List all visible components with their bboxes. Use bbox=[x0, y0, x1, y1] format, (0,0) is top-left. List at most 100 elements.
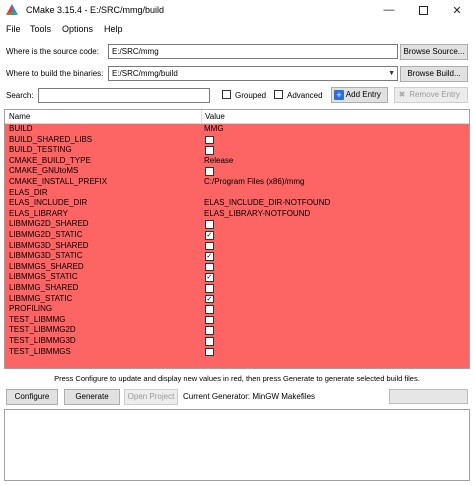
maximize-icon bbox=[418, 5, 428, 15]
table-row[interactable]: BUILD_TESTING bbox=[5, 145, 469, 156]
table-row[interactable]: LIBMMG_SHARED bbox=[5, 283, 469, 294]
table-row[interactable]: CMAKE_BUILD_TYPE Release bbox=[5, 156, 469, 167]
row-checkbox[interactable] bbox=[205, 167, 214, 176]
table-row[interactable]: LIBMMGS_SHARED bbox=[5, 262, 469, 273]
table-row[interactable]: LIBMMG2D_STATIC ✓ bbox=[5, 230, 469, 241]
close-button[interactable]: ✕ bbox=[440, 0, 474, 20]
menu-help[interactable]: Help bbox=[104, 24, 123, 34]
row-checkbox[interactable] bbox=[205, 241, 214, 251]
build-path-value: E:/SRC/mmg/build bbox=[112, 69, 178, 78]
minimize-button[interactable]: — bbox=[372, 0, 406, 20]
table-row[interactable]: TEST_LIBMMG2D bbox=[5, 325, 469, 336]
menu-tools[interactable]: Tools bbox=[30, 24, 51, 34]
cache-table[interactable]: Name Value BUILD MMG BUILD_SHARED_LIBS BUIL… bbox=[4, 109, 470, 369]
build-path-combo[interactable]: E:/SRC/mmg/build ▼ bbox=[108, 66, 398, 81]
row-checkbox-checked[interactable]: ✓ bbox=[205, 294, 214, 304]
row-name: CMAKE_BUILD_TYPE bbox=[9, 155, 91, 165]
row-name: CMAKE_GNUtoMS bbox=[9, 166, 79, 176]
search-input[interactable] bbox=[38, 88, 210, 103]
chevron-down-icon[interactable]: ▼ bbox=[388, 68, 395, 79]
table-row[interactable]: ELAS_INCLUDE_DIR ELAS_INCLUDE_DIR-NOTFOUN… bbox=[5, 198, 469, 209]
row-name: LIBMMG3D_SHARED bbox=[9, 240, 89, 250]
menu-options[interactable]: Options bbox=[62, 24, 93, 34]
row-value[interactable]: ELAS_LIBRARY-NOTFOUND bbox=[204, 209, 310, 220]
row-value[interactable]: ELAS_INCLUDE_DIR-NOTFOUND bbox=[204, 198, 330, 209]
row-name: PROFILING bbox=[9, 304, 53, 314]
table-row[interactable]: ELAS_LIBRARY ELAS_LIBRARY-NOTFOUND bbox=[5, 209, 469, 220]
row-checkbox[interactable] bbox=[205, 146, 214, 155]
grouped-label: Grouped bbox=[235, 91, 267, 100]
window-title: CMake 3.15.4 - E:/SRC/mmg/build bbox=[26, 5, 165, 15]
title-bar: CMake 3.15.4 - E:/SRC/mmg/build — ✕ bbox=[0, 0, 474, 20]
row-name: TEST_LIBMMG bbox=[9, 314, 66, 324]
add-entry-button[interactable]: + Add Entry bbox=[331, 87, 388, 103]
table-row[interactable]: BUILD_SHARED_LIBS bbox=[5, 135, 469, 146]
row-name: BUILD_TESTING bbox=[9, 145, 72, 155]
checkmark-icon: ✓ bbox=[206, 232, 213, 239]
row-checkbox[interactable] bbox=[205, 337, 214, 346]
add-entry-label: Add Entry bbox=[345, 90, 381, 99]
table-row[interactable]: CMAKE_GNUtoMS bbox=[5, 166, 469, 177]
table-row[interactable]: LIBMMG_STATIC ✓ bbox=[5, 294, 469, 305]
checkmark-icon: ✓ bbox=[206, 295, 213, 303]
maximize-button[interactable] bbox=[406, 0, 440, 20]
close-icon: ✕ bbox=[452, 4, 462, 17]
table-row[interactable]: BUILD MMG bbox=[5, 124, 469, 135]
browse-build-button[interactable]: Browse Build... bbox=[400, 66, 468, 82]
row-checkbox[interactable] bbox=[205, 347, 214, 357]
plus-icon: + bbox=[334, 89, 344, 100]
configure-button[interactable]: Configure bbox=[6, 389, 58, 405]
value-column-header[interactable]: Value bbox=[205, 112, 225, 122]
table-row[interactable]: TEST_LIBMMG3D bbox=[5, 336, 469, 347]
row-name: BUILD_SHARED_LIBS bbox=[9, 134, 93, 144]
table-row[interactable]: ELAS_DIR bbox=[5, 188, 469, 199]
row-name: LIBMMG2D_STATIC bbox=[9, 230, 83, 239]
source-label: Where is the source code: bbox=[6, 47, 99, 56]
status-text: Press Configure to update and display ne… bbox=[54, 374, 420, 383]
table-row[interactable]: PROFILING bbox=[5, 304, 469, 315]
row-checkbox-checked[interactable]: ✓ bbox=[205, 273, 214, 282]
row-name: LIBMMGS_SHARED bbox=[9, 261, 84, 271]
generate-button[interactable]: Generate bbox=[64, 389, 120, 405]
grouped-checkbox[interactable] bbox=[222, 90, 231, 99]
source-path-input[interactable]: E:/SRC/mmg bbox=[108, 44, 398, 59]
table-row[interactable]: LIBMMGS_STATIC ✓ bbox=[5, 272, 469, 283]
row-checkbox[interactable] bbox=[205, 284, 214, 293]
open-project-button[interactable]: Open Project bbox=[124, 389, 178, 405]
table-row[interactable]: CMAKE_INSTALL_PREFIX C:/Program Files (x8… bbox=[5, 177, 469, 188]
row-checkbox[interactable] bbox=[205, 326, 214, 335]
row-name: CMAKE_INSTALL_PREFIX bbox=[9, 177, 108, 186]
row-value[interactable]: Release bbox=[204, 156, 233, 167]
row-checkbox-checked[interactable]: ✓ bbox=[205, 231, 214, 240]
row-value[interactable]: MMG bbox=[204, 124, 224, 135]
progress-bar bbox=[389, 389, 468, 404]
minimize-icon: — bbox=[383, 4, 395, 16]
advanced-checkbox[interactable] bbox=[274, 90, 283, 99]
output-log[interactable] bbox=[4, 409, 470, 481]
table-header: Name Value bbox=[5, 110, 469, 124]
table-row[interactable]: LIBMMG2D_SHARED bbox=[5, 219, 469, 230]
row-name: LIBMMG2D_SHARED bbox=[9, 219, 89, 229]
menu-file[interactable]: File bbox=[6, 24, 21, 34]
table-row[interactable]: LIBMMG3D_SHARED bbox=[5, 241, 469, 252]
row-name: BUILD bbox=[9, 124, 33, 133]
table-row[interactable]: TEST_LIBMMG bbox=[5, 315, 469, 326]
table-row[interactable]: LIBMMG3D_STATIC ✓ bbox=[5, 251, 469, 262]
current-generator-label: Current Generator: MinGW Makefiles bbox=[183, 392, 316, 401]
browse-source-button[interactable]: Browse Source... bbox=[400, 44, 468, 60]
row-checkbox-checked[interactable]: ✓ bbox=[205, 252, 214, 261]
row-checkbox[interactable] bbox=[205, 220, 214, 229]
row-name: LIBMMGS_STATIC bbox=[9, 272, 78, 282]
row-checkbox[interactable] bbox=[205, 315, 214, 325]
remove-entry-label: Remove Entry bbox=[409, 90, 460, 99]
row-value[interactable]: C:/Program Files (x86)/mmg bbox=[204, 177, 304, 188]
row-checkbox[interactable] bbox=[205, 135, 214, 145]
advanced-label: Advanced bbox=[287, 91, 323, 100]
row-checkbox[interactable] bbox=[205, 305, 214, 314]
menu-bar: File Tools Options Help bbox=[0, 21, 474, 37]
name-column-header[interactable]: Name bbox=[9, 112, 30, 122]
column-divider[interactable] bbox=[201, 110, 202, 124]
table-row[interactable]: TEST_LIBMMGS bbox=[5, 347, 469, 358]
row-checkbox[interactable] bbox=[205, 262, 214, 272]
remove-entry-button[interactable]: ✖ Remove Entry bbox=[394, 87, 468, 103]
